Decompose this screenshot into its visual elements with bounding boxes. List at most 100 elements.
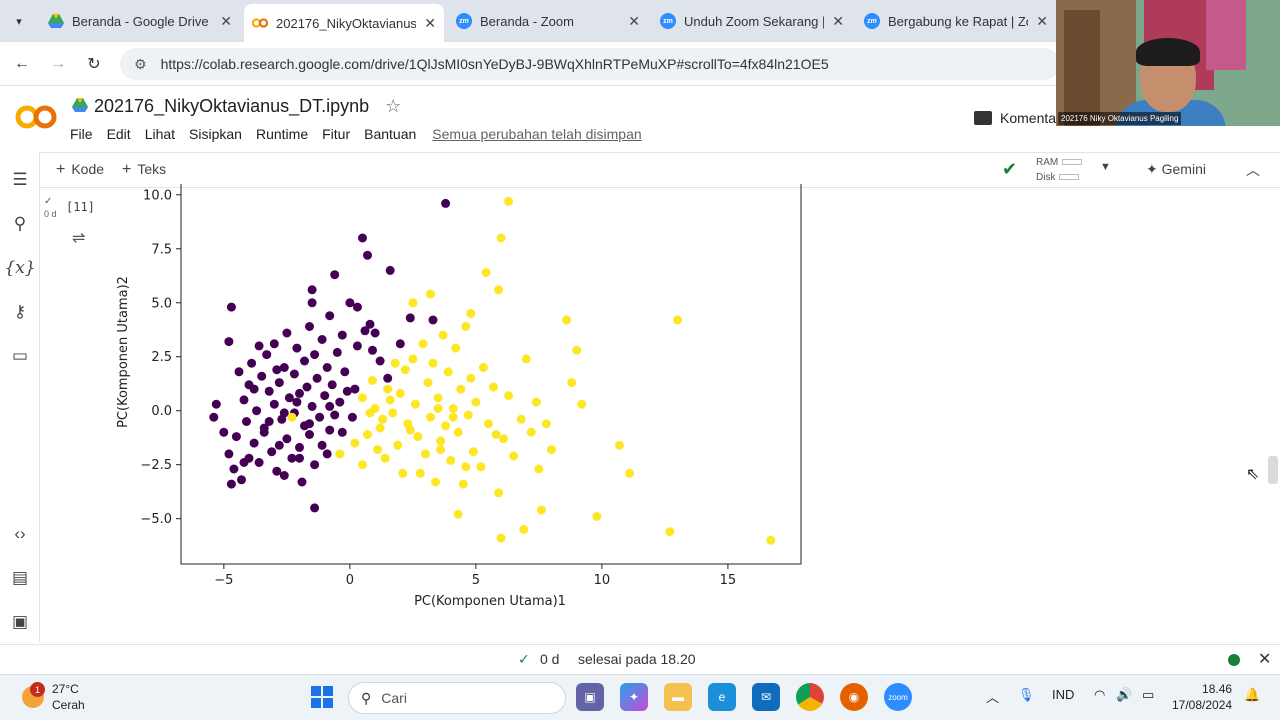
back-icon[interactable]: ←	[10, 52, 34, 76]
search-icon[interactable]: ⚲	[8, 212, 32, 236]
tab-zoom-download[interactable]: zm Unduh Zoom Sekarang | ✕	[652, 6, 852, 36]
menu-tools[interactable]: Fitur	[322, 126, 350, 142]
menu-insert[interactable]: Sisipkan	[189, 126, 242, 142]
close-tab-icon[interactable]: ✕	[424, 15, 436, 32]
terminal-icon[interactable]: ▣	[8, 610, 32, 634]
tab-title: Unduh Zoom Sekarang |	[684, 13, 825, 29]
scatter-point	[257, 371, 267, 381]
scatter-point	[408, 298, 418, 308]
close-tab-icon[interactable]: ✕	[628, 13, 640, 30]
battery-icon[interactable]: ▭	[1142, 687, 1154, 703]
scatter-point	[453, 509, 463, 519]
scatter-point	[365, 319, 375, 329]
chrome-icon[interactable]	[796, 683, 824, 711]
table-of-contents-icon[interactable]: ☰	[8, 168, 32, 192]
add-code-button[interactable]: + Kode	[56, 161, 104, 179]
gemini-button[interactable]: ✦ Gemini	[1146, 161, 1206, 178]
variables-icon[interactable]: {x}	[4, 256, 35, 280]
menu-help[interactable]: Bantuan	[364, 126, 416, 142]
windows-start-icon[interactable]	[308, 683, 336, 711]
colab-logo-icon[interactable]	[14, 102, 58, 132]
participant-name: 202176 Niky Oktavianus Pagiling	[1058, 112, 1182, 125]
secrets-key-icon[interactable]: ⚷	[8, 300, 32, 324]
file-explorer-icon[interactable]: ▬	[664, 683, 692, 711]
menu-runtime[interactable]: Runtime	[256, 126, 308, 142]
files-folder-icon[interactable]: ▭	[8, 344, 32, 368]
weather-widget[interactable]: 1 27°C Cerah	[22, 681, 85, 713]
scatter-point	[478, 363, 488, 372]
zoom-app-icon[interactable]: zoom	[884, 683, 912, 711]
volume-icon[interactable]: 🔊	[1116, 687, 1132, 703]
notebook-title-row: 202176_NikyOktavianus_DT.ipynb ☆	[72, 96, 401, 117]
cell-check-icon: ✓	[44, 196, 53, 207]
plus-icon: +	[122, 161, 132, 178]
colab-status-bar: ✓ 0 d selesai pada 18.20 ✕	[0, 644, 1280, 674]
tab-search-icon[interactable]: ▾	[6, 8, 32, 34]
edge-browser-icon[interactable]: e	[708, 683, 736, 711]
tab-colab-notebook[interactable]: 202176_NikyOktavianus_ ✕	[244, 4, 444, 42]
tab-google-drive[interactable]: Beranda - Google Drive ✕	[40, 6, 240, 36]
webcam-overlay[interactable]: 202176 Niky Oktavianus Pagiling	[1056, 0, 1280, 126]
scatter-point	[368, 376, 377, 385]
menu-edit[interactable]: Edit	[107, 126, 131, 142]
firefox-icon[interactable]: ◉	[840, 683, 868, 711]
copilot-icon[interactable]: ✦	[620, 683, 648, 711]
scatter-point	[211, 399, 221, 409]
menu-view[interactable]: Lihat	[145, 126, 175, 142]
scatter-point	[335, 397, 345, 407]
star-icon[interactable]: ☆	[385, 96, 401, 117]
collapse-header-icon[interactable]: ︿	[1246, 160, 1260, 180]
add-text-button[interactable]: + Teks	[122, 161, 166, 179]
forward-icon[interactable]: →	[46, 52, 70, 76]
taskbar-search-box[interactable]: ⚲ Cari	[348, 682, 566, 714]
scatter-point	[466, 309, 476, 318]
tab-title: Beranda - Google Drive	[72, 13, 209, 29]
close-tab-icon[interactable]: ✕	[832, 13, 844, 30]
close-tab-icon[interactable]: ✕	[220, 13, 232, 30]
scatter-point	[269, 339, 279, 349]
input-language[interactable]: IND	[1052, 687, 1074, 702]
system-clock[interactable]: 18.46 17/08/2024	[1172, 681, 1232, 713]
scatter-point	[224, 449, 234, 459]
scatter-point	[292, 397, 302, 407]
scatter-point	[254, 341, 264, 351]
notifications-bell-icon[interactable]: 🔔	[1244, 687, 1260, 703]
close-tab-icon[interactable]: ✕	[1036, 13, 1048, 30]
scatter-point	[224, 337, 234, 347]
scatter-point	[315, 412, 325, 422]
scatter-point	[380, 453, 390, 463]
save-status[interactable]: Semua perubahan telah disimpan	[432, 126, 641, 142]
microphone-icon[interactable]: 🎙	[1018, 687, 1035, 703]
cell-exec-time: 0 d	[44, 209, 57, 219]
scatter-point	[269, 399, 279, 409]
reload-icon[interactable]: ↻	[82, 52, 106, 76]
mail-icon[interactable]: ✉	[752, 683, 780, 711]
output-actions-icon[interactable]: ⇌	[72, 228, 85, 248]
runtime-dropdown-icon[interactable]: ▼	[1100, 161, 1111, 173]
cell-exec-count[interactable]: [11]	[66, 200, 95, 214]
scatter-point	[448, 404, 458, 413]
scatter-point	[436, 445, 446, 455]
site-info-icon[interactable]: ⚙	[134, 56, 147, 73]
close-status-icon[interactable]: ✕	[1258, 649, 1271, 669]
code-snippets-icon[interactable]: ‹›	[8, 522, 32, 546]
wifi-icon[interactable]: ◠	[1094, 687, 1105, 703]
menu-file[interactable]: File	[70, 126, 93, 142]
show-hidden-icons-icon[interactable]: ︿	[986, 687, 999, 706]
vertical-scrollbar[interactable]	[1268, 456, 1278, 484]
x-tick-label: −5	[214, 573, 233, 588]
tab-zoom-join[interactable]: zm Bergabung ke Rapat | Zo ✕	[856, 6, 1056, 36]
url-bar[interactable]: ⚙ https://colab.research.google.com/driv…	[120, 48, 1060, 80]
scatter-point	[363, 430, 372, 439]
resource-monitor[interactable]: RAM Disk	[1036, 155, 1083, 185]
scatter-point	[352, 341, 362, 351]
mouse-cursor-icon: ⇖	[1246, 466, 1260, 483]
add-code-label: Kode	[71, 161, 105, 177]
notebook-title[interactable]: 202176_NikyOktavianus_DT.ipynb	[94, 96, 369, 117]
comment-button[interactable]: Komenta	[974, 110, 1056, 126]
command-palette-icon[interactable]: ▤	[8, 566, 32, 590]
search-placeholder: Cari	[381, 690, 407, 706]
tab-zoom-home[interactable]: zm Beranda - Zoom ✕	[448, 6, 648, 36]
scatter-point	[421, 449, 430, 459]
teams-icon[interactable]: ▣	[576, 683, 604, 711]
